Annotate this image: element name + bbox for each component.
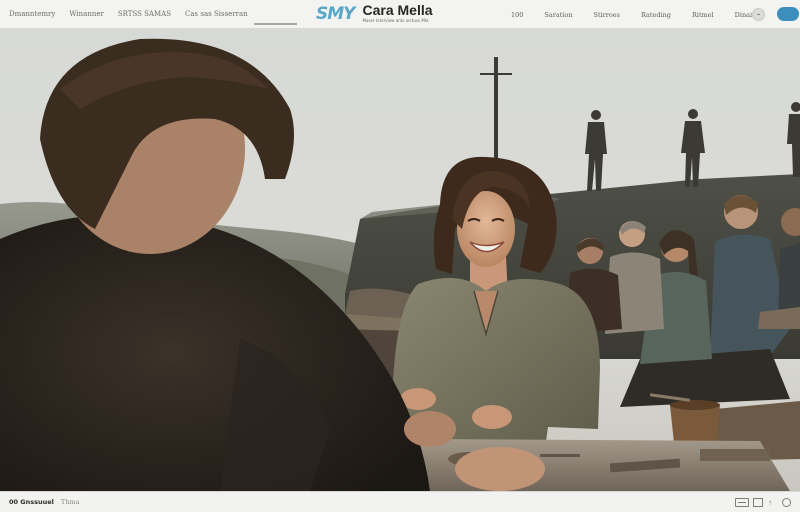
nav-right-4[interactable]: Rateding [641,11,671,19]
video-frame[interactable] [0,29,800,491]
player-control-bar: 00 Gnssuuel Thma ↑ [0,491,800,512]
nav-link-2[interactable]: Winanner [69,0,104,29]
page-title: Cara Mella [362,2,433,18]
captions-icon[interactable] [735,498,749,507]
brand[interactable]: SMY Cara Mella Maser Interview ants arct… [316,2,433,28]
primary-nav: Dmanntemry Winanner SRTSS SAMAS Cas sas … [0,0,262,29]
nav-right-3[interactable]: Stirroes [594,11,620,19]
fullscreen-icon[interactable] [753,498,763,507]
nav-link-1[interactable]: Dmanntemry [9,0,55,29]
share-icon[interactable]: ↑ [768,498,777,507]
nav-link-3[interactable]: SRTSS SAMAS [118,0,171,29]
active-tab-indicator [254,23,297,25]
primary-action-button[interactable] [777,7,799,21]
nav-right-5[interactable]: Ritmel [692,11,714,19]
time-label: 00 Gnssuuel [9,498,54,506]
search-icon[interactable] [752,8,765,21]
nav-link-4[interactable]: Cas sas Sisserran [185,0,248,29]
nav-right-2[interactable]: Saration [544,11,572,19]
brand-logo: SMY [316,4,355,24]
top-nav-bar: Dmanntemry Winanner SRTSS SAMAS Cas sas … [0,0,800,29]
page-subtitle: Maser Interview ants arctuss Mla [362,18,429,23]
nav-right-1[interactable]: 100 [511,11,523,19]
secondary-label[interactable]: Thma [61,498,80,506]
settings-icon[interactable] [782,498,791,507]
secondary-nav: 100 Saration Stirroes Rateding Ritmel Di… [511,0,780,29]
film-still-image [0,29,800,491]
